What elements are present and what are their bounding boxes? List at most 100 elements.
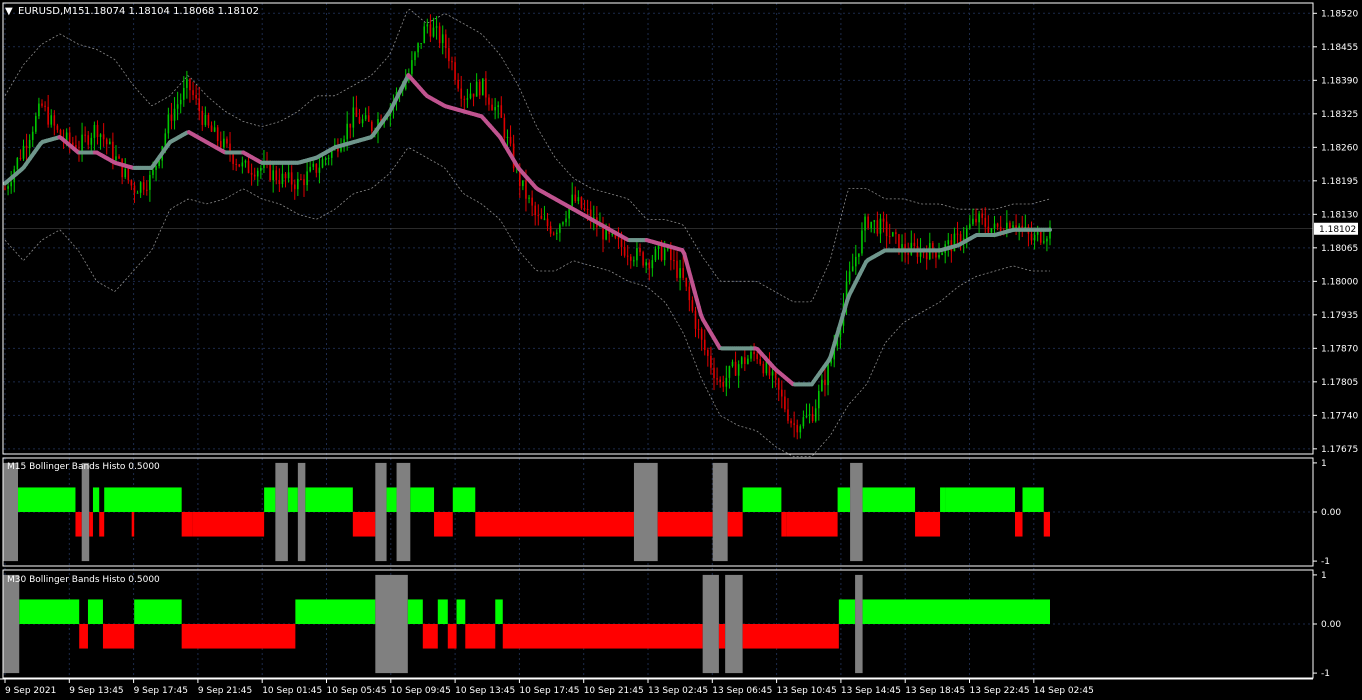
candle-body [978,213,980,223]
candle-body [1033,234,1036,241]
candle-body [586,208,589,210]
m15-bar-down [781,512,787,537]
candle-body [435,26,438,28]
candle-body [620,238,623,248]
m15-bar-down [915,512,941,537]
candle-body [907,253,910,255]
candle-body [186,79,188,88]
candle-body [155,166,157,170]
candle-body [636,248,638,261]
candle-body [253,174,256,177]
candle-body [639,248,641,253]
candle-body [1015,225,1017,229]
candle-body [821,379,823,392]
m15-bar-neutral [275,462,288,562]
candle-body [361,119,364,124]
candle-body [731,361,734,367]
candle-body [827,363,829,386]
candle-body [7,186,9,189]
candle-body [491,104,493,111]
candle-body [182,87,185,100]
candle-body [747,358,749,364]
candle-body [528,197,530,199]
m30-bar-up [19,599,80,624]
candle-body [358,116,361,124]
candle-body [685,277,688,287]
m30-bar-up [295,599,376,624]
m15-bar-up [305,487,353,512]
candle-body [703,339,706,351]
candle-body [629,256,632,261]
m30-y-tick-label: 1 [1321,571,1327,581]
candle-body [522,180,524,187]
candle-body [811,414,814,422]
candle-body [571,194,573,206]
m15-bar-down [75,512,82,537]
candle-body [118,156,120,159]
midline-layer [3,73,1052,387]
candle-body [784,396,786,410]
symbol-label[interactable]: EURUSD,M15 [18,6,84,17]
candle-body [472,93,475,97]
m30-bar-neutral [855,574,863,674]
symbol-dropdown-icon[interactable]: ▼ [5,6,13,17]
candle-body [346,123,348,140]
candle-body [580,197,583,209]
candle-body [364,115,367,120]
candle-body [272,170,274,181]
candle-body [278,180,281,185]
candle-body [176,104,179,109]
m30-bar-up [456,599,466,624]
candle-body [31,131,34,140]
candle-body [142,182,145,190]
candle-body [53,115,56,126]
candle-body [725,377,728,387]
m15-bar-down [475,512,634,537]
candle-body [626,255,629,257]
x-tick-label: 9 Sep 13:45 [69,686,123,696]
candle-body [710,355,712,368]
candle-body [540,215,543,219]
candle-body [238,164,241,167]
candle-body [864,216,866,231]
candle-body [503,117,506,138]
candle-body [87,135,90,145]
current-price-label: 1.18102 [1319,225,1356,235]
candle-body [213,127,216,132]
candle-body [657,245,660,250]
candle-body [808,414,811,416]
candle-body [460,88,463,99]
x-tick-label: 9 Sep 21:45 [198,686,252,696]
m15-bar-up [386,487,397,512]
y-tick-label: 1.18520 [1321,9,1358,19]
candle-body [765,361,768,374]
candle-body [574,194,577,202]
candle-body [759,359,762,364]
candle-body [68,132,71,143]
candle-body [189,79,191,91]
candle-body [891,232,894,237]
candle-body [719,379,721,383]
candle-body [969,224,971,229]
candle-body [722,382,725,387]
m15-bar-up [264,487,276,512]
m15-bar-down [786,512,838,537]
ohlc-readout: 1.18074 1.18104 1.18068 1.18102 [84,6,259,17]
candle-body [611,233,614,235]
m30-bar-up [407,599,423,624]
candle-body [555,232,558,234]
candle-body [466,98,469,100]
candle-body [691,300,694,311]
y-tick-label: 1.17870 [1321,344,1358,354]
candle-body [28,139,31,149]
m15-bar-up [945,487,1016,512]
candle-body [734,361,737,376]
candle-body [534,205,537,216]
candle-body [562,222,564,225]
candle-body [645,262,647,266]
m15-bar-down [352,512,376,537]
m15-bar-down [727,512,743,537]
candle-body [226,138,228,144]
m30-bar-down [181,624,296,649]
x-tick-label: 13 Sep 06:45 [712,686,772,696]
